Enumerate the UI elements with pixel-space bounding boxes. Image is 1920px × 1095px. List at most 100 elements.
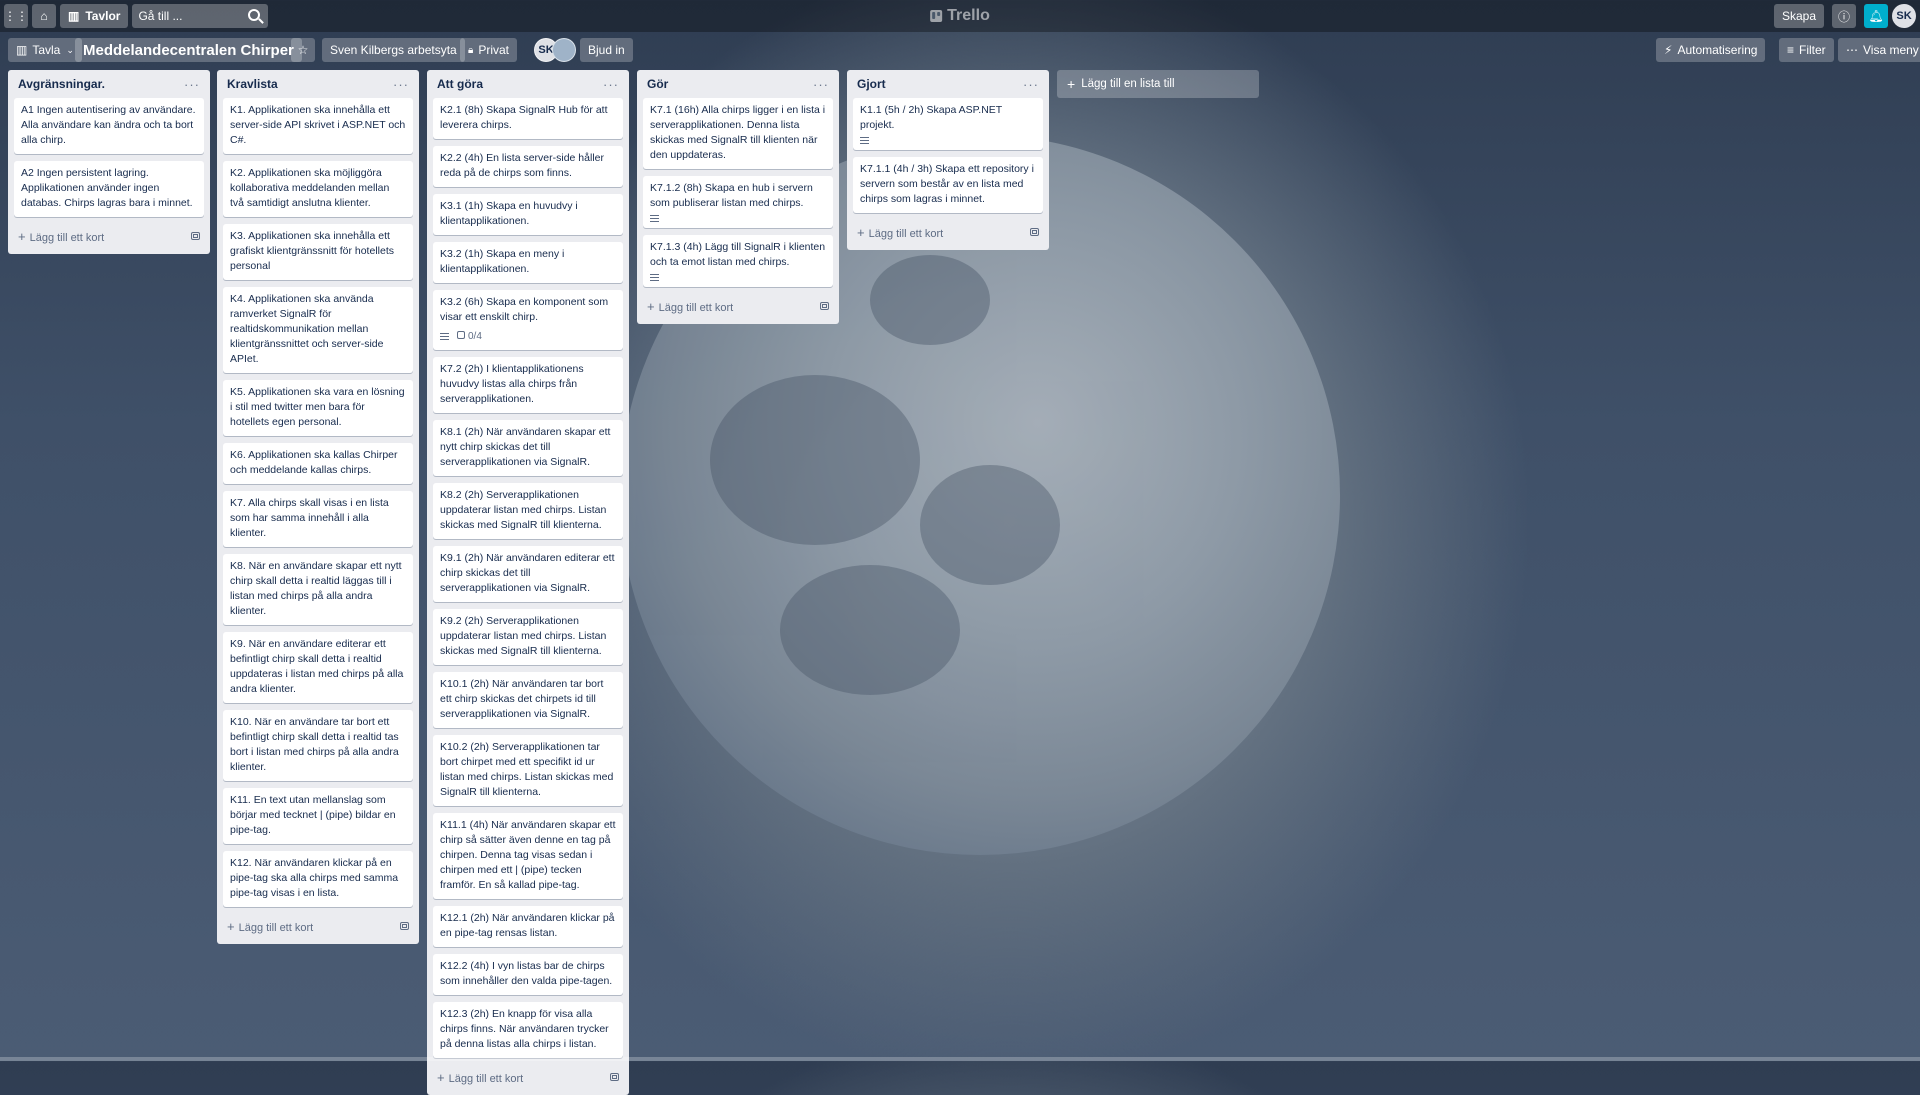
list-title[interactable]: Att göra bbox=[437, 77, 483, 91]
card[interactable]: K10. När en användare tar bort ett befin… bbox=[223, 710, 413, 781]
plus-icon: + bbox=[437, 1069, 445, 1085]
card-title: K3.2 (1h) Skapa en meny i klientapplikat… bbox=[440, 248, 565, 275]
card[interactable]: K7.2 (2h) I klientapplikationens huvudvy… bbox=[433, 357, 623, 413]
automation-button[interactable]: ⚡︎ Automatisering bbox=[1656, 38, 1766, 62]
card[interactable]: K7.1 (16h) Alla chirps ligger i en lista… bbox=[643, 98, 833, 169]
card-template-icon[interactable] bbox=[820, 302, 829, 310]
boards-button[interactable]: ▥ Tavlor bbox=[60, 4, 129, 28]
board-view-icon: ▥ bbox=[16, 43, 28, 57]
list-title[interactable]: Gjort bbox=[857, 77, 886, 91]
list-3: Gör ··· K7.1 (16h) Alla chirps ligger i en… bbox=[637, 70, 839, 324]
card[interactable]: K9.2 (2h) Serverapplikationen uppdaterar… bbox=[433, 609, 623, 665]
card[interactable]: K10.2 (2h) Serverapplikationen tar bort … bbox=[433, 735, 623, 806]
list-header[interactable]: Gjort ··· bbox=[853, 70, 1043, 98]
card-title: K11.1 (4h) När användaren skapar ett chi… bbox=[440, 819, 616, 891]
user-avatar[interactable]: SK bbox=[1892, 4, 1916, 28]
card[interactable]: K8.1 (2h) När användaren skapar ett nytt… bbox=[433, 420, 623, 476]
card[interactable]: K1.1 (5h / 2h) Skapa ASP.NET projekt. bbox=[853, 98, 1043, 150]
card[interactable]: K5. Applikationen ska vara en lösning i … bbox=[223, 380, 413, 436]
card[interactable]: K1. Applikationen ska innehålla ett serv… bbox=[223, 98, 413, 154]
card[interactable]: A1 Ingen autentisering av användare. All… bbox=[14, 98, 204, 154]
board-view-switcher[interactable]: ▥ Tavla ⌄ bbox=[8, 38, 82, 62]
member-avatar-photo[interactable] bbox=[552, 38, 576, 62]
list-menu-icon[interactable]: ··· bbox=[603, 77, 619, 92]
workspace-button[interactable]: Sven Kilbergs arbetsyta bbox=[322, 38, 465, 62]
card-title: K4. Applikationen ska använda ramverket … bbox=[230, 293, 384, 365]
card[interactable]: K12.2 (4h) I vyn listas bar de chirps so… bbox=[433, 954, 623, 995]
card[interactable]: K8.2 (2h) Serverapplikationen uppdaterar… bbox=[433, 483, 623, 539]
card[interactable]: K12.1 (2h) När användaren klickar på en … bbox=[433, 906, 623, 947]
notifications-bell-icon[interactable]: 🔔︎ bbox=[1864, 4, 1888, 28]
top-navigation-bar: ⋮⋮ ⌂ ▥ Tavlor Gå till ... Trello Skapa ⓘ… bbox=[0, 0, 1920, 32]
card-title: A2 Ingen persistent lagring. Applikation… bbox=[21, 167, 193, 209]
add-card-button[interactable]: + Lägg till ett kort bbox=[14, 224, 204, 248]
list-menu-icon[interactable]: ··· bbox=[813, 77, 829, 92]
board-header: ▥ Tavla ⌄ Meddelandecentralen Chirper ☆ … bbox=[8, 38, 1920, 62]
card[interactable]: K9.1 (2h) När användaren editerar ett ch… bbox=[433, 546, 623, 602]
checklist-icon bbox=[457, 331, 465, 339]
card[interactable]: K7. Alla chirps skall visas i en lista s… bbox=[223, 491, 413, 547]
automation-label: Automatisering bbox=[1677, 43, 1758, 57]
board-members: SK bbox=[534, 38, 576, 62]
home-icon[interactable]: ⌂ bbox=[32, 4, 56, 28]
star-icon[interactable]: ☆ bbox=[291, 38, 315, 62]
card[interactable]: K3. Applikationen ska innehålla ett graf… bbox=[223, 224, 413, 280]
list-header[interactable]: Kravlista ··· bbox=[223, 70, 413, 98]
card[interactable]: K2.1 (8h) Skapa SignalR Hub för att leve… bbox=[433, 98, 623, 139]
create-button[interactable]: Skapa bbox=[1773, 4, 1824, 28]
trello-logo[interactable]: Trello bbox=[930, 7, 990, 25]
card[interactable]: K12.3 (2h) En knapp för visa alla chirps… bbox=[433, 1002, 623, 1058]
add-card-button[interactable]: + Lägg till ett kort bbox=[643, 294, 833, 318]
show-menu-button[interactable]: ⋯ Visa meny bbox=[1838, 38, 1920, 62]
card-template-icon[interactable] bbox=[610, 1073, 619, 1081]
card-title: K7.1.3 (4h) Lägg till SignalR i klienten… bbox=[650, 241, 826, 268]
card-title: K11. En text utan mellanslag som börjar … bbox=[230, 794, 396, 836]
list-header[interactable]: Avgränsningar. ··· bbox=[14, 70, 204, 98]
add-card-button[interactable]: + Lägg till ett kort bbox=[853, 220, 1043, 244]
card[interactable]: K2. Applikationen ska möjliggöra kollabo… bbox=[223, 161, 413, 217]
filter-button[interactable]: ≡ Filter bbox=[1779, 38, 1834, 62]
card[interactable]: K11. En text utan mellanslag som börjar … bbox=[223, 788, 413, 844]
list-menu-icon[interactable]: ··· bbox=[184, 77, 200, 92]
visibility-button[interactable]: 🔒︎ Privat bbox=[460, 38, 518, 62]
plus-icon: + bbox=[857, 224, 865, 240]
card[interactable]: K10.1 (2h) När användaren tar bort ett c… bbox=[433, 672, 623, 728]
list-title[interactable]: Kravlista bbox=[227, 77, 278, 91]
card[interactable]: K7.1.1 (4h / 3h) Skapa ett repository i … bbox=[853, 157, 1043, 213]
invite-button[interactable]: Bjud in bbox=[580, 38, 633, 62]
card[interactable]: K7.1.3 (4h) Lägg till SignalR i klienten… bbox=[643, 235, 833, 287]
card-title: K9.2 (2h) Serverapplikationen uppdaterar… bbox=[440, 615, 607, 657]
list-header[interactable]: Att göra ··· bbox=[433, 70, 623, 98]
list-1: Kravlista ··· K1. Applikationen ska innehå… bbox=[217, 70, 419, 944]
list-title[interactable]: Avgränsningar. bbox=[18, 77, 105, 91]
list-menu-icon[interactable]: ··· bbox=[1023, 77, 1039, 92]
add-card-button[interactable]: + Lägg till ett kort bbox=[433, 1065, 623, 1089]
list-menu-icon[interactable]: ··· bbox=[393, 77, 409, 92]
list-title[interactable]: Gör bbox=[647, 77, 668, 91]
card[interactable]: K8. När en användare skapar ett nytt chi… bbox=[223, 554, 413, 625]
add-card-button[interactable]: + Lägg till ett kort bbox=[223, 914, 413, 938]
card[interactable]: K4. Applikationen ska använda ramverket … bbox=[223, 287, 413, 373]
card[interactable]: K9. När en användare editerar ett befint… bbox=[223, 632, 413, 703]
board-title[interactable]: Meddelandecentralen Chirper bbox=[75, 38, 302, 62]
card[interactable]: K6. Applikationen ska kallas Chirper och… bbox=[223, 443, 413, 484]
search-input[interactable]: Gå till ... bbox=[132, 4, 269, 28]
add-list-button[interactable]: + Lägg till en lista till bbox=[1057, 70, 1259, 98]
app-switcher-icon[interactable]: ⋮⋮ bbox=[4, 4, 28, 28]
card[interactable]: K3.2 (1h) Skapa en meny i klientapplikat… bbox=[433, 242, 623, 283]
card[interactable]: K3.1 (1h) Skapa en huvudvy i klientappli… bbox=[433, 194, 623, 235]
card[interactable]: A2 Ingen persistent lagring. Applikation… bbox=[14, 161, 204, 217]
info-icon[interactable]: ⓘ bbox=[1832, 4, 1856, 28]
card[interactable]: K12. När användaren klickar på en pipe-t… bbox=[223, 851, 413, 907]
card-template-icon[interactable] bbox=[400, 922, 409, 930]
card[interactable]: K7.1.2 (8h) Skapa en hub i servern som p… bbox=[643, 176, 833, 228]
card[interactable]: K11.1 (4h) När användaren skapar ett chi… bbox=[433, 813, 623, 899]
card[interactable]: K3.2 (6h) Skapa en komponent som visar e… bbox=[433, 290, 623, 350]
card[interactable]: K2.2 (4h) En lista server-side håller re… bbox=[433, 146, 623, 187]
list-header[interactable]: Gör ··· bbox=[643, 70, 833, 98]
card-title: K5. Applikationen ska vara en lösning i … bbox=[230, 386, 405, 428]
card-title: K7.1.2 (8h) Skapa en hub i servern som p… bbox=[650, 182, 813, 209]
card-template-icon[interactable] bbox=[191, 232, 200, 240]
card-template-icon[interactable] bbox=[1030, 228, 1039, 236]
horizontal-scrollbar[interactable] bbox=[0, 1057, 1920, 1061]
